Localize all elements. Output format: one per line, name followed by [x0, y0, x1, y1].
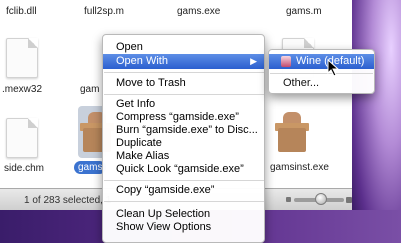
file-label-gam[interactable]: gam [80, 84, 99, 95]
menu-item-show-view-options[interactable]: Show View Options [103, 220, 264, 235]
status-text: 1 of 283 selected, 1 [24, 195, 112, 206]
menu-separator [104, 94, 264, 95]
submenu-separator [270, 73, 373, 74]
wine-app-icon [281, 56, 291, 67]
open-with-submenu: Wine (default) Other... [268, 49, 375, 94]
file-label-side-chm[interactable]: side.chm [4, 163, 44, 174]
file-label-gamsinst-exe[interactable]: gamsinst.exe [270, 162, 329, 173]
small-icons-icon [286, 197, 291, 202]
menu-item-open-with[interactable]: Open With ▶ [103, 54, 264, 69]
menu-separator [104, 180, 264, 181]
file-label-gams-exe[interactable]: gams.exe [177, 6, 220, 17]
context-menu: Open Open With ▶ Move to Trash Get Info … [102, 34, 265, 243]
file-label-mexw32[interactable]: .mexw32 [2, 84, 42, 95]
menu-item-move-to-trash[interactable]: Move to Trash [103, 76, 264, 91]
gamsinst-package-icon[interactable] [275, 112, 309, 152]
menu-separator [104, 72, 264, 73]
chm-file-icon[interactable] [6, 118, 38, 158]
icon-size-slider-thumb[interactable] [315, 193, 327, 205]
mexw32-file-icon[interactable] [6, 38, 38, 78]
menu-item-quick-look[interactable]: Quick Look “gamside.exe” [103, 162, 264, 177]
file-label-gams-m[interactable]: gams.m [286, 6, 322, 17]
file-label-fclib-dll[interactable]: fclib.dll [6, 6, 37, 17]
menu-item-open-with-label: Open With [116, 55, 168, 67]
desktop-background [352, 0, 401, 243]
mouse-pointer-icon [327, 59, 340, 77]
menu-item-copy[interactable]: Copy “gamside.exe” [103, 183, 264, 198]
menu-separator [104, 201, 264, 202]
submenu-arrow-icon: ▶ [250, 56, 257, 66]
menu-item-open[interactable]: Open [103, 40, 264, 55]
submenu-item-wine-default[interactable]: Wine (default) [269, 54, 374, 69]
file-label-full2sp-m[interactable]: full2sp.m [84, 6, 124, 17]
submenu-item-other[interactable]: Other... [269, 76, 374, 91]
